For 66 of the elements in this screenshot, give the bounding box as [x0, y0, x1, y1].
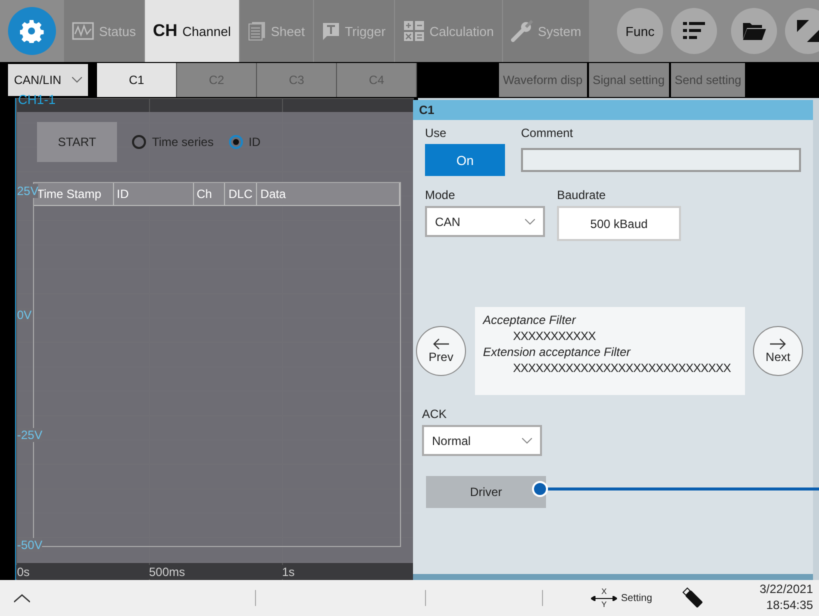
axis-label: -25V [17, 428, 42, 442]
func-button[interactable]: Func [617, 8, 663, 54]
nav-tab[interactable]: Calculation [394, 0, 503, 62]
dialog-title: C1 [413, 100, 813, 120]
nav-tab[interactable]: Status [64, 0, 145, 62]
field-label: ACK [422, 407, 448, 421]
list-button[interactable] [671, 8, 717, 54]
calculator-icon [402, 20, 425, 42]
usb-drive-icon [682, 587, 704, 609]
setting-label: Setting [621, 592, 652, 604]
chevron-up-icon[interactable] [14, 594, 30, 602]
prev-button[interactable]: Prev [416, 326, 466, 376]
view-button[interactable]: Signal setting [588, 63, 669, 97]
nav-tab[interactable]: Sheet [240, 0, 314, 62]
wrench-icon [510, 20, 533, 42]
field-label: Use [425, 126, 448, 140]
column-header: ID [114, 183, 194, 205]
expand-button[interactable] [785, 8, 819, 54]
channel-tab[interactable]: C1 [97, 63, 177, 97]
axis-label: 500ms [148, 565, 186, 579]
display-option[interactable]: ID [228, 135, 261, 149]
arrow-right-icon [770, 338, 786, 350]
ack-select[interactable]: Normal [422, 425, 542, 456]
column-header: DLC [225, 183, 258, 205]
filter-value: XXXXXXXXXXX [512, 329, 597, 343]
comment-field[interactable] [521, 148, 801, 172]
filter-label: Acceptance Filter [483, 313, 578, 327]
folder-button[interactable] [731, 8, 777, 54]
field-label: Comment [521, 126, 574, 140]
axis-label: 0V [17, 308, 32, 322]
waveform-icon [72, 22, 94, 40]
date-time: 3/22/2021 18:54:35 [760, 582, 814, 614]
settings-button[interactable] [8, 7, 56, 55]
axis-label: 25V [17, 184, 38, 198]
view-button[interactable]: Waveform disp [499, 63, 587, 97]
chevron-down-icon [525, 218, 535, 224]
list-icon [683, 22, 705, 40]
sheets-icon [248, 21, 266, 41]
axis-label: 1s [281, 565, 296, 579]
gear-icon [20, 19, 44, 43]
axis-label: 0s [16, 565, 31, 579]
driver-button[interactable]: Driver [426, 476, 546, 508]
baudrate-field[interactable]: 500 kBaud [557, 206, 681, 241]
mode-dropdown[interactable]: CAN/LIN [8, 64, 88, 96]
field-label: Mode [425, 188, 456, 202]
use-toggle[interactable]: On [425, 144, 505, 176]
chevron-down-icon [72, 77, 82, 83]
expand-icon [797, 20, 819, 42]
column-header: Ch [194, 183, 226, 205]
trigger-icon [322, 22, 340, 40]
field-label: Baudrate [557, 188, 607, 202]
folder-icon [742, 21, 766, 41]
axis-label: -50V [17, 538, 42, 552]
nav-tab[interactable]: CH Channel [144, 0, 240, 62]
column-header: Data [257, 183, 400, 205]
nav-tab[interactable]: System [502, 0, 590, 62]
display-option[interactable]: Time series [132, 135, 214, 149]
filter-value: XXXXXXXXXXXXXXXXXXXXXXXXXXXXX [512, 361, 732, 375]
start-button[interactable]: START [37, 122, 117, 162]
filter-label: Extension acceptance Filter [483, 345, 632, 359]
nav-tab[interactable]: Trigger [314, 0, 395, 62]
view-button[interactable]: Send setting [670, 63, 746, 97]
arrow-left-icon [433, 338, 449, 350]
mode-select[interactable]: CAN [425, 206, 545, 237]
next-button[interactable]: Next [753, 326, 803, 376]
chevron-down-icon [522, 438, 532, 444]
